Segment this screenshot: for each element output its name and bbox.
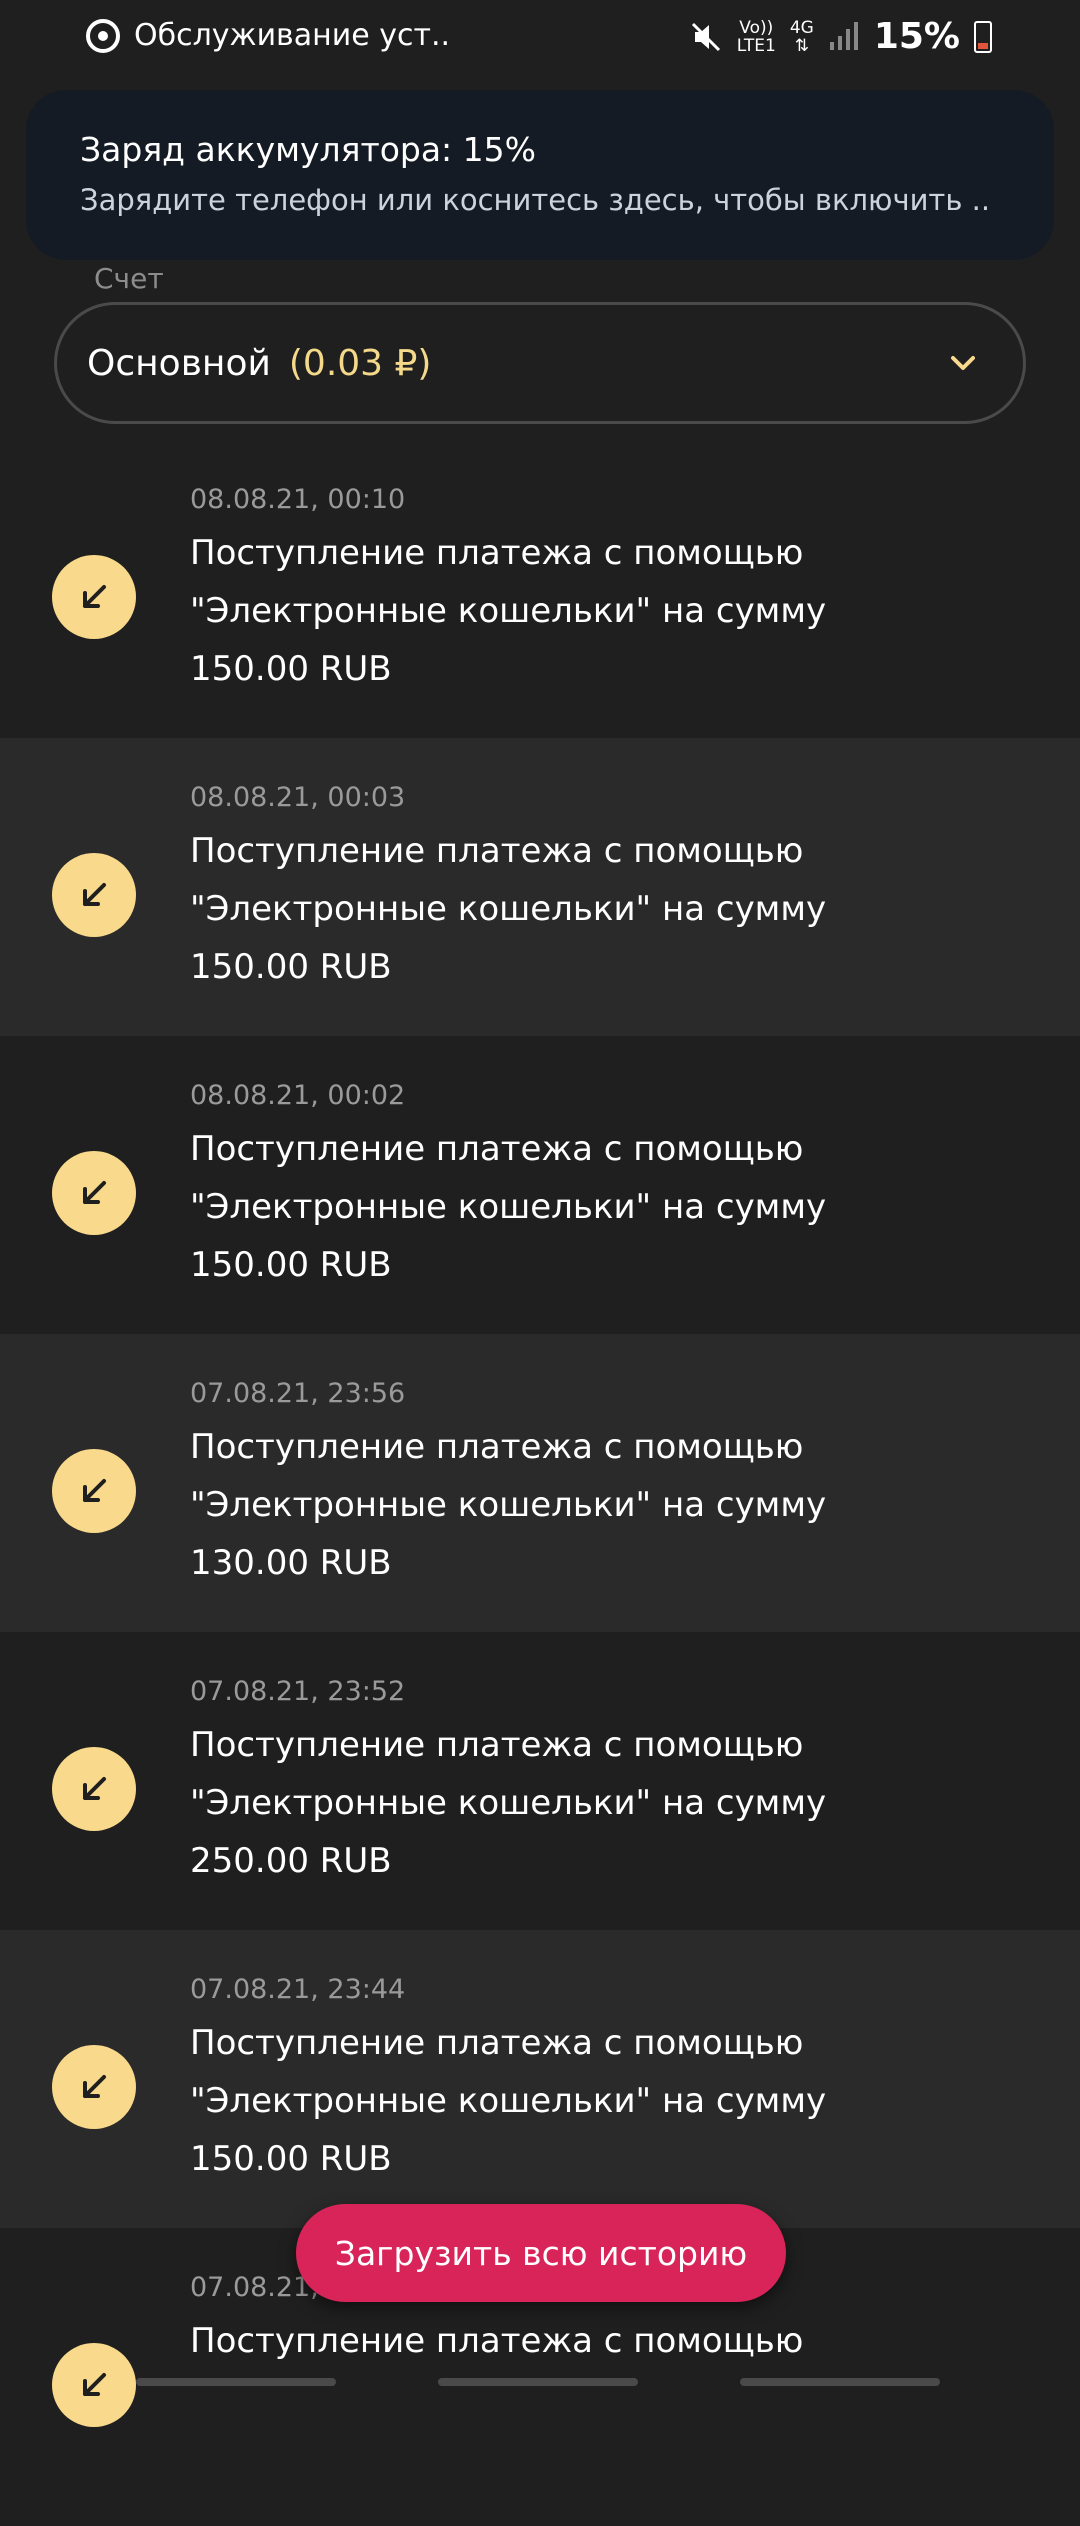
account-name: Основной <box>87 342 271 384</box>
chevron-down-icon <box>951 356 975 370</box>
transaction-row[interactable]: 07.08.21, 23:56 Поступление платежа с по… <box>0 1334 1080 1632</box>
volte-indicator: Vo)) LTE1 <box>736 17 776 56</box>
transaction-date: 08.08.21, 00:03 <box>190 782 406 813</box>
signal-icon <box>828 20 860 54</box>
device-care-icon <box>86 18 120 53</box>
transaction-date: 07.08.21, 23:52 <box>190 1676 406 1707</box>
transaction-description: Поступление платежа с помощью "Электронн… <box>190 533 827 689</box>
account-balance: (0.03 ₽) <box>288 342 432 384</box>
incoming-arrow-icon <box>52 555 136 639</box>
status-left: Обслуживание уст.. <box>86 18 450 53</box>
navigation-bar <box>0 2372 1080 2400</box>
transaction-row[interactable]: 07.08.21, 23:44 Поступление платежа с по… <box>0 1930 1080 2228</box>
transaction-date: 08.08.21, 00:02 <box>190 1080 406 1111</box>
account-label: Счет <box>94 262 164 295</box>
incoming-arrow-icon <box>52 853 136 937</box>
transaction-description: Поступление платежа с помощью "Электронн… <box>190 2023 827 2179</box>
battery-icon <box>974 20 992 53</box>
battery-notification[interactable]: Заряд аккумулятора: 15% Зарядите телефон… <box>26 90 1054 260</box>
nav-handle <box>438 2378 638 2386</box>
incoming-arrow-icon <box>52 1449 136 1533</box>
incoming-arrow-icon <box>52 2045 136 2129</box>
transaction-description: Поступление платежа с помощью "Электронн… <box>190 1129 827 1285</box>
transaction-row[interactable]: 08.08.21, 00:02 Поступление платежа с по… <box>0 1036 1080 1334</box>
incoming-arrow-icon <box>52 1151 136 1235</box>
transaction-description: Поступление платежа с помощью <box>190 2321 804 2361</box>
notification-title: Заряд аккумулятора: 15% <box>80 130 537 169</box>
status-app-title: Обслуживание уст.. <box>134 18 451 53</box>
transaction-description: Поступление платежа с помощью "Электронн… <box>190 1725 827 1881</box>
status-bar: Обслуживание уст.. Vo)) LTE1 4G ⇅ 15% <box>0 0 1080 86</box>
incoming-arrow-icon <box>52 1747 136 1831</box>
mute-icon <box>689 20 723 54</box>
notification-body: Зарядите телефон или коснитесь здесь, чт… <box>80 183 991 217</box>
nav-handle <box>740 2378 940 2386</box>
network-type: 4G <box>789 17 814 38</box>
network-4g-icon: 4G ⇅ <box>789 17 814 56</box>
status-right: Vo)) LTE1 4G ⇅ 15% <box>689 16 992 57</box>
transaction-row[interactable]: 08.08.21, 00:03 Поступление платежа с по… <box>0 738 1080 1036</box>
load-all-history-button[interactable]: Загрузить всю историю <box>296 2204 786 2302</box>
transaction-date: 07.08.21, <box>190 2272 319 2303</box>
battery-percent: 15% <box>873 16 960 57</box>
transaction-date: 08.08.21, 00:10 <box>190 484 406 515</box>
transaction-date: 07.08.21, 23:56 <box>190 1378 406 1409</box>
account-select[interactable]: Основной (0.03 ₽) <box>54 302 1026 424</box>
transaction-description: Поступление платежа с помощью "Электронн… <box>190 1427 827 1583</box>
transaction-row[interactable]: 07.08.21, 23:52 Поступление платежа с по… <box>0 1632 1080 1930</box>
transaction-row[interactable]: 08.08.21, 00:10 Поступление платежа с по… <box>0 440 1080 738</box>
nav-handle <box>136 2378 336 2386</box>
transaction-description: Поступление платежа с помощью "Электронн… <box>190 831 827 987</box>
transaction-date: 07.08.21, 23:44 <box>190 1974 406 2005</box>
